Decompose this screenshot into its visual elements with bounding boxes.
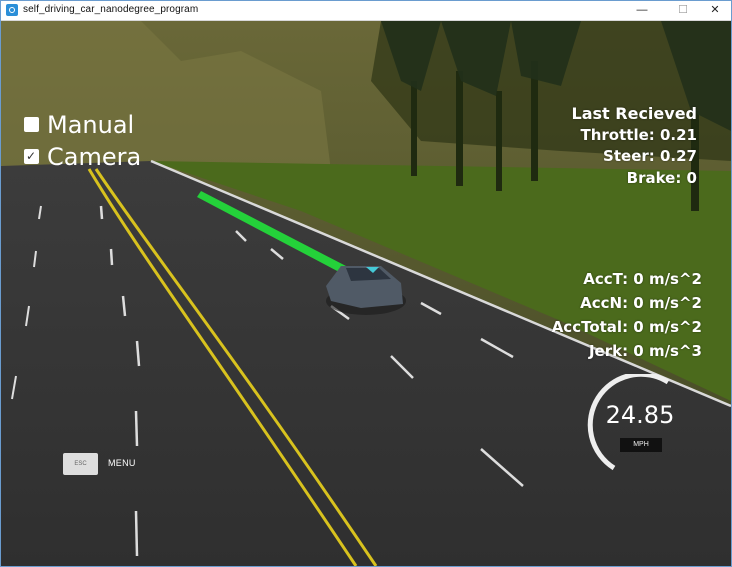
app-icon	[6, 4, 18, 16]
last-received-header: Last Recieved	[571, 104, 697, 123]
speed-unit: MPH	[620, 438, 662, 452]
last-received-panel: Last Recieved Throttle: 0.21 Steer: 0.27…	[572, 103, 697, 189]
jerk-value: Jerk: 0 m/s^3	[588, 342, 702, 360]
dynamics-panel: AccT: 0 m/s^2 AccN: 0 m/s^2 AccTotal: 0 …	[552, 267, 702, 363]
maximize-button[interactable]: ☐	[667, 1, 699, 20]
steer-value: Steer: 0.27	[603, 147, 697, 165]
camera-label: Camera	[47, 143, 142, 171]
simulator-window: self_driving_car_nanodegree_program — ☐ …	[0, 0, 732, 567]
close-button[interactable]: ✕	[699, 1, 731, 20]
title-bar: self_driving_car_nanodegree_program — ☐ …	[1, 1, 731, 21]
menu-label: MENU	[108, 458, 136, 468]
camera-checkbox[interactable]: ✓	[24, 149, 39, 164]
manual-checkbox[interactable]	[24, 117, 39, 132]
window-title: self_driving_car_nanodegree_program	[23, 4, 199, 15]
brake-value: Brake: 0	[626, 168, 697, 187]
esc-button[interactable]: ESC	[63, 453, 98, 475]
throttle-value: Throttle: 0.21	[580, 125, 698, 144]
check-icon: ✓	[26, 149, 37, 163]
acc-t-value: AccT: 0 m/s^2	[583, 270, 702, 288]
acc-n-value: AccN: 0 m/s^2	[580, 294, 702, 312]
manual-label: Manual	[47, 111, 135, 139]
game-viewport: Manual ✓ Camera Last Recieved Throttle: …	[1, 21, 731, 566]
acc-total-value: AccTotal: 0 m/s^2	[551, 318, 702, 336]
speed-value: 24.85	[605, 401, 675, 429]
minimize-button[interactable]: —	[626, 1, 658, 20]
